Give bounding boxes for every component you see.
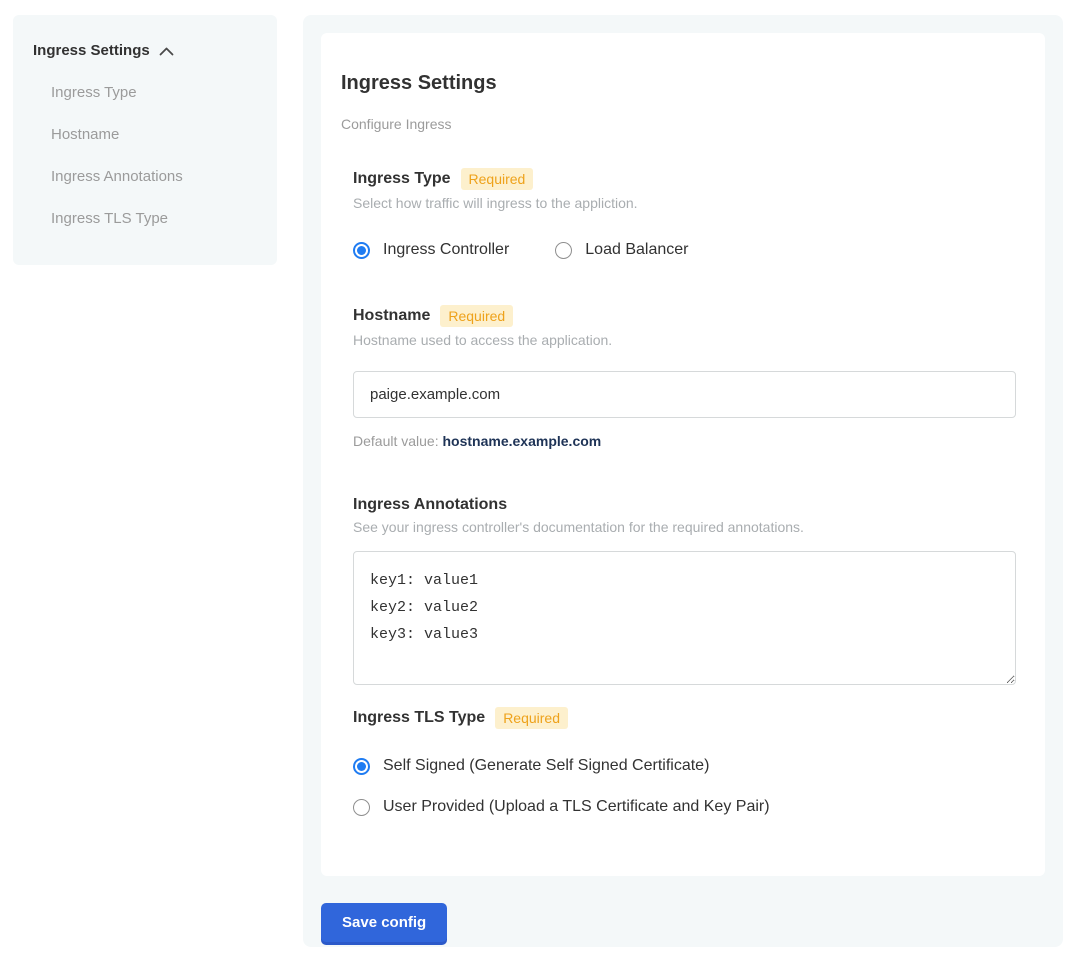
radio-label: Load Balancer	[585, 241, 688, 259]
annotations-help: See your ingress controller's documentat…	[353, 519, 1015, 535]
default-value-link[interactable]: hostname.example.com	[443, 433, 602, 449]
config-panel: Ingress Settings Configure Ingress Ingre…	[303, 15, 1063, 947]
sidebar: Ingress Settings Ingress Type Hostname I…	[13, 15, 277, 265]
config-card: Ingress Settings Configure Ingress Ingre…	[321, 33, 1045, 876]
sidebar-item-hostname[interactable]: Hostname	[51, 127, 257, 143]
radio-label: User Provided (Upload a TLS Certificate …	[383, 798, 770, 816]
save-row: Save config	[321, 903, 1045, 942]
annotations-label: Ingress Annotations	[353, 496, 507, 514]
save-config-button[interactable]: Save config	[321, 903, 447, 942]
sidebar-item-ingress-type[interactable]: Ingress Type	[51, 85, 257, 101]
radio-icon[interactable]	[353, 758, 370, 775]
radio-option-load-balancer[interactable]: Load Balancer	[555, 241, 688, 259]
sidebar-nav: Ingress Type Hostname Ingress Annotation…	[33, 85, 257, 227]
radio-option-user-provided[interactable]: User Provided (Upload a TLS Certificate …	[353, 798, 1015, 816]
tls-radio-group: Self Signed (Generate Self Signed Certif…	[353, 757, 1015, 816]
page-subtitle: Configure Ingress	[341, 116, 1015, 132]
sidebar-group-ingress-settings[interactable]: Ingress Settings	[33, 42, 257, 59]
tls-type-label: Ingress TLS Type	[353, 709, 485, 727]
required-badge: Required	[440, 305, 513, 327]
radio-option-self-signed[interactable]: Self Signed (Generate Self Signed Certif…	[353, 757, 1015, 775]
hostname-help: Hostname used to access the application.	[353, 332, 1015, 348]
chevron-up-icon[interactable]	[159, 47, 174, 56]
ingress-type-radio-group: Ingress Controller Load Balancer	[353, 241, 1015, 259]
sidebar-item-ingress-tls-type[interactable]: Ingress TLS Type	[51, 211, 257, 227]
radio-option-ingress-controller[interactable]: Ingress Controller	[353, 241, 509, 259]
hostname-default-line: Default value: hostname.example.com	[353, 433, 1015, 449]
section-ingress-type: Ingress Type Required Select how traffic…	[353, 168, 1015, 259]
radio-label: Ingress Controller	[383, 241, 509, 259]
required-badge: Required	[461, 168, 534, 190]
hostname-label: Hostname	[353, 307, 430, 325]
radio-label: Self Signed (Generate Self Signed Certif…	[383, 757, 709, 775]
sidebar-group-label: Ingress Settings	[33, 42, 150, 59]
radio-icon[interactable]	[555, 242, 572, 259]
page: Ingress Settings Ingress Type Hostname I…	[0, 0, 1090, 969]
ingress-type-help: Select how traffic will ingress to the a…	[353, 195, 1015, 211]
hostname-input[interactable]	[353, 371, 1016, 418]
sidebar-item-ingress-annotations[interactable]: Ingress Annotations	[51, 169, 257, 185]
page-title: Ingress Settings	[341, 72, 1015, 95]
required-badge: Required	[495, 707, 568, 729]
default-value-prefix: Default value:	[353, 433, 443, 449]
radio-icon[interactable]	[353, 799, 370, 816]
radio-icon[interactable]	[353, 242, 370, 259]
annotations-textarea[interactable]: key1: value1 key2: value2 key3: value3	[353, 551, 1016, 685]
section-hostname: Hostname Required Hostname used to acces…	[353, 305, 1015, 449]
section-ingress-tls-type: Ingress TLS Type Required Self Signed (G…	[353, 707, 1015, 816]
ingress-type-label: Ingress Type	[353, 170, 451, 188]
section-ingress-annotations: Ingress Annotations See your ingress con…	[353, 496, 1015, 685]
